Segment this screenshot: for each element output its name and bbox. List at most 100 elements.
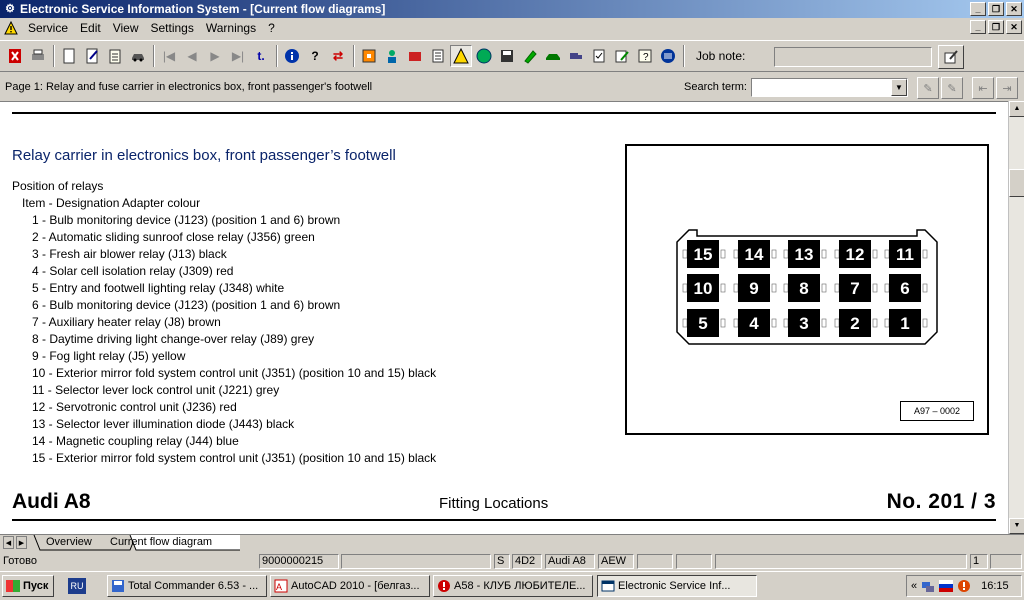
status-s: S: [494, 554, 510, 569]
menu-view[interactable]: View: [107, 21, 145, 35]
language-indicator[interactable]: RU: [68, 578, 86, 594]
exit-button[interactable]: [4, 45, 26, 67]
network-icon[interactable]: [921, 579, 935, 593]
svg-text:?: ?: [643, 52, 649, 63]
notes-icon: [109, 49, 121, 64]
tab-overview[interactable]: Overview: [42, 535, 96, 550]
list-item: 2 - Automatic sliding sunroof close rela…: [32, 230, 315, 244]
doc-close-button[interactable]: ✕: [1006, 20, 1022, 34]
info-icon: [285, 49, 299, 63]
task-electronic-service[interactable]: Electronic Service Inf...: [597, 575, 757, 597]
menu-service[interactable]: Service: [22, 21, 74, 35]
list-item: 5 - Entry and footwell lighting relay (J…: [32, 281, 285, 295]
car-icon: [132, 54, 144, 62]
switch-button[interactable]: ⇄: [327, 45, 349, 67]
minimize-button[interactable]: _: [970, 2, 986, 16]
doc-restore-button[interactable]: ❐: [988, 20, 1004, 34]
tool-11-button[interactable]: [588, 45, 610, 67]
help-button[interactable]: ?: [304, 45, 326, 67]
tool-2-button[interactable]: [381, 45, 403, 67]
next-hit-button[interactable]: ⇥: [996, 77, 1018, 99]
notes-button[interactable]: [104, 45, 126, 67]
tool-1-button[interactable]: [358, 45, 380, 67]
subtitle: Position of relays: [12, 179, 104, 193]
window-controls: _ ❐ ✕: [970, 2, 1022, 16]
previous-page-button[interactable]: ◀: [181, 45, 203, 67]
swap-icon: ⇄: [332, 49, 344, 63]
search-backward-button[interactable]: ✎: [941, 77, 963, 99]
close-button[interactable]: ✕: [1006, 2, 1022, 16]
contact-pad: [884, 249, 890, 259]
status-page: 1: [970, 554, 988, 569]
task-label: Total Commander 6.53 - ...: [128, 580, 259, 592]
contact-pad: [884, 318, 890, 328]
page-icon: [63, 48, 75, 64]
scroll-down-button[interactable]: ▼: [1009, 518, 1024, 534]
tool-12-button[interactable]: [611, 45, 633, 67]
tool-14-button[interactable]: [657, 45, 679, 67]
restore-button[interactable]: ❐: [988, 2, 1004, 16]
list-item: 11 - Selector lever lock control unit (J…: [32, 383, 280, 397]
window-title: Electronic Service Information System - …: [20, 2, 386, 16]
new-page-button[interactable]: [58, 45, 80, 67]
info-button[interactable]: [281, 45, 303, 67]
tool-13-button[interactable]: ?: [634, 45, 656, 67]
tool-7-button[interactable]: [496, 45, 518, 67]
menu-edit[interactable]: Edit: [74, 21, 107, 35]
alert-icon[interactable]: [957, 579, 971, 593]
relay-slot-label: 5: [698, 314, 707, 333]
svg-text:A: A: [276, 582, 282, 592]
jump-button[interactable]: t.: [250, 45, 272, 67]
contact-pad: [720, 249, 726, 259]
first-page-button[interactable]: |◀: [158, 45, 180, 67]
tool-10-button[interactable]: [565, 45, 587, 67]
scroll-up-button[interactable]: ▲: [1009, 101, 1024, 117]
contact-pad: [771, 283, 777, 293]
task-total-commander[interactable]: Total Commander 6.53 - ...: [107, 575, 267, 597]
edit-page-button[interactable]: [81, 45, 103, 67]
prev-hit-button[interactable]: ⇤: [972, 77, 994, 99]
relay-slot-label: 3: [799, 314, 808, 333]
relay-slot-label: 14: [745, 245, 764, 264]
warnings-button[interactable]: [450, 45, 472, 67]
relay-slot-label: 6: [900, 279, 909, 298]
job-note-button[interactable]: [938, 45, 964, 69]
first-page-icon: |◀: [162, 49, 176, 63]
next-page-button[interactable]: ▶: [204, 45, 226, 67]
tool-8-button[interactable]: [519, 45, 541, 67]
print-button[interactable]: [27, 45, 49, 67]
page-number: No. 201 / 3: [886, 490, 996, 513]
chevron-up-icon: ▲: [1013, 105, 1021, 112]
search-input[interactable]: ▼: [751, 78, 908, 97]
job-note-field[interactable]: [774, 47, 932, 67]
tab-current-flow-diagram[interactable]: Current flow diagram: [106, 535, 216, 550]
tab-scroll-right[interactable]: ▶: [16, 536, 27, 549]
tool-3-button[interactable]: [404, 45, 426, 67]
contact-pad: [720, 318, 726, 328]
tab-scroll-left[interactable]: ◀: [3, 536, 14, 549]
scroll-thumb[interactable]: [1009, 169, 1024, 197]
menu-settings[interactable]: Settings: [145, 21, 200, 35]
tool-4-button[interactable]: [427, 45, 449, 67]
russia-flag-icon[interactable]: [939, 580, 954, 592]
menu-help[interactable]: ?: [262, 21, 281, 35]
tray-expand-icon[interactable]: «: [911, 580, 917, 592]
chevron-down-icon: ▼: [1013, 522, 1021, 529]
bottom-rule: [12, 519, 996, 521]
help-icon: ?: [311, 49, 319, 63]
start-button[interactable]: Пуск: [2, 575, 54, 597]
task-browser[interactable]: A58 - КЛУБ ЛЮБИТЕЛЕ...: [433, 575, 593, 597]
vehicle-button[interactable]: [127, 45, 149, 67]
job-note-label: Job note:: [696, 49, 746, 63]
vertical-scrollbar[interactable]: ▲ ▼: [1008, 101, 1024, 534]
last-page-button[interactable]: ▶|: [227, 45, 249, 67]
globe-button[interactable]: [473, 45, 495, 67]
task-label: A58 - КЛУБ ЛЮБИТЕЛЕ...: [454, 580, 586, 592]
search-dropdown-button[interactable]: ▼: [891, 79, 907, 96]
doc-minimize-button[interactable]: _: [970, 20, 986, 34]
menu-warnings[interactable]: Warnings: [200, 21, 262, 35]
task-autocad[interactable]: A AutoCAD 2010 - [белгаз...: [270, 575, 430, 597]
windows-logo-icon: [6, 580, 20, 592]
search-forward-button[interactable]: ✎: [917, 77, 939, 99]
tool-9-button[interactable]: [542, 45, 564, 67]
